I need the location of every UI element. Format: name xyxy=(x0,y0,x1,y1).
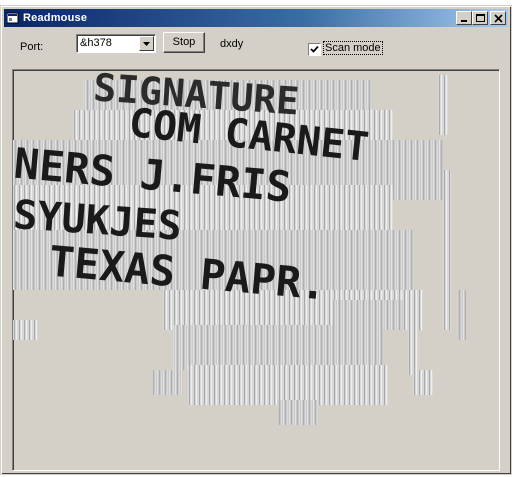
minimize-icon xyxy=(461,20,467,22)
port-value[interactable]: &h378 xyxy=(80,37,112,49)
readmouse-window: Readmouse Port: &h378 Stop dxdy Scan mod… xyxy=(0,5,512,475)
maximize-icon xyxy=(476,14,485,22)
dxdy-label: dxdy xyxy=(220,38,244,50)
checkmark-icon xyxy=(310,45,319,53)
minimize-button[interactable] xyxy=(456,11,472,25)
stop-button[interactable]: Stop xyxy=(163,32,205,53)
close-button[interactable] xyxy=(490,11,506,25)
scan-mode-label[interactable]: Scan mode xyxy=(323,41,383,55)
scanned-image: SIGNATURE COM CARNET NERS J.FRIS SYUKJES… xyxy=(13,70,466,425)
port-label: Port: xyxy=(20,41,44,53)
scan-mode-checkbox[interactable] xyxy=(308,43,321,56)
port-dropdown-button[interactable] xyxy=(139,36,154,51)
title-bar[interactable]: Readmouse xyxy=(4,9,508,27)
title-buttons xyxy=(456,11,506,25)
window-title: Readmouse xyxy=(23,12,88,24)
app-icon xyxy=(7,12,19,24)
chevron-down-icon xyxy=(143,42,150,46)
close-icon xyxy=(494,14,503,23)
scan-canvas[interactable]: SIGNATURE COM CARNET NERS J.FRIS SYUKJES… xyxy=(12,69,500,471)
port-combobox[interactable]: &h378 xyxy=(76,34,156,53)
maximize-button[interactable] xyxy=(472,11,488,25)
